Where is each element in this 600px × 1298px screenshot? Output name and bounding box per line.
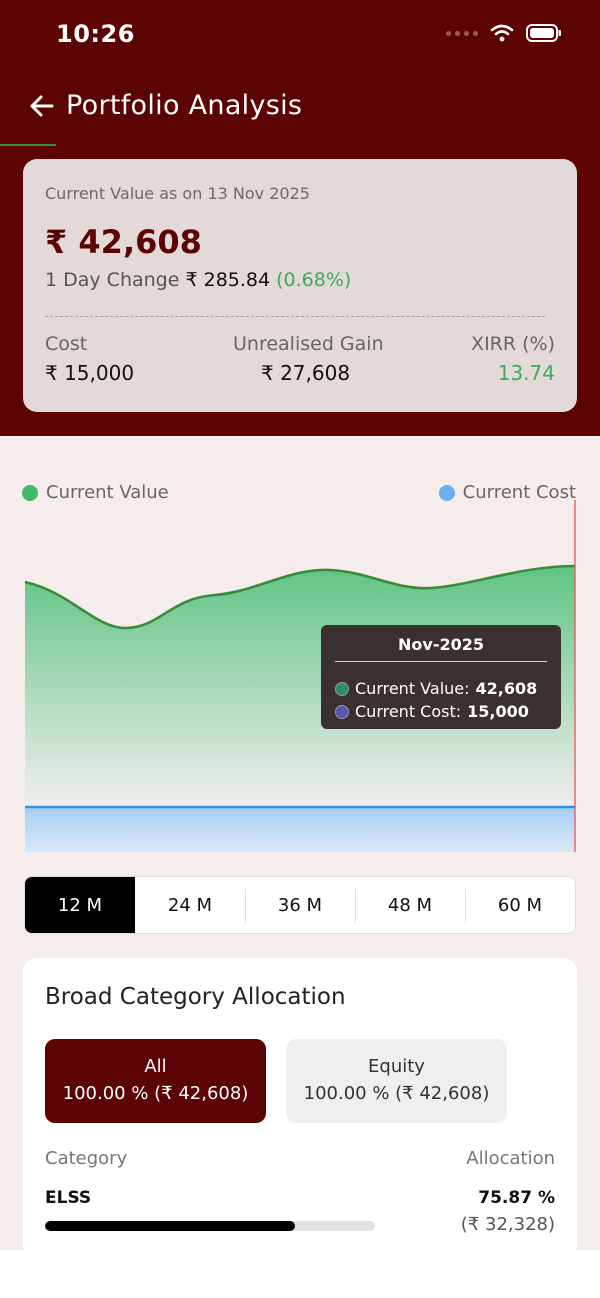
day-change: 1 Day Change ₹ 285.84 (0.68%) (45, 269, 351, 291)
signal-icon (446, 30, 478, 36)
tooltip-value-swatch (335, 681, 349, 696)
status-bar: 10:26 (0, 0, 600, 70)
tooltip-value: 42,608 (475, 679, 538, 698)
cost-value: ₹ 15,000 (45, 361, 135, 385)
page-title: Portfolio Analysis (66, 90, 303, 121)
category-header: Category (45, 1148, 128, 1169)
category-row-bar-fill (45, 1221, 296, 1231)
tooltip-cost-swatch (335, 704, 349, 719)
summary-divider (45, 316, 545, 317)
chip-all-value: 100.00 % (₹ 42,608) (62, 1083, 249, 1104)
tooltip-title: Nov-2025 (398, 635, 484, 654)
period-tab-48m[interactable]: 48 M (355, 877, 465, 933)
chip-all-name: All (144, 1056, 167, 1077)
gain-stat: Unrealised Gain ₹ 27,608 (233, 333, 384, 385)
category-allocation-card: Broad Category Allocation All 100.00 % (… (23, 958, 577, 1258)
current-value: ₹ 42,608 (45, 223, 202, 261)
gain-value: ₹ 27,608 (261, 361, 351, 385)
portfolio-summary-card: Current Value as on 13 Nov 2025 ₹ 42,608… (23, 159, 577, 412)
wifi-icon (490, 24, 514, 42)
legend-swatch-cost (438, 484, 455, 501)
period-tab-24m[interactable]: 24 M (135, 877, 245, 933)
chip-all[interactable]: All 100.00 % (₹ 42,608) (45, 1039, 266, 1123)
day-change-label: 1 Day Change (45, 269, 180, 291)
chip-equity-value: 100.00 % (₹ 42,608) (303, 1083, 490, 1104)
period-tab-12m[interactable]: 12 M (25, 877, 135, 933)
category-row-amount: (₹ 32,328) (460, 1214, 555, 1235)
app-header: Portfolio Analysis (0, 82, 600, 132)
back-arrow-icon[interactable] (28, 92, 56, 120)
tooltip-cost-label: Current Cost: (355, 702, 462, 721)
xirr-value: 13.74 (497, 361, 555, 385)
chart-tooltip: Nov-2025 Current Value: 42,608 Current C… (321, 625, 561, 729)
period-tab-36m[interactable]: 36 M (245, 877, 355, 933)
tooltip-value-row: Current Value: 42,608 (335, 679, 537, 698)
valuation-date: Current Value as on 13 Nov 2025 (45, 184, 310, 203)
category-row-bar (45, 1221, 375, 1231)
tooltip-cost: 15,000 (467, 702, 529, 721)
category-row-percent: 75.87 % (478, 1188, 555, 1208)
allocation-header: Allocation (466, 1148, 555, 1169)
category-row-name: ELSS (45, 1188, 92, 1208)
tooltip-value-label: Current Value: (355, 679, 470, 698)
tooltip-divider (335, 661, 547, 662)
chip-equity-name: Equity (368, 1056, 425, 1077)
status-time: 10:26 (56, 20, 135, 48)
chip-equity[interactable]: Equity 100.00 % (₹ 42,608) (286, 1039, 507, 1123)
period-tab-60m[interactable]: 60 M (465, 877, 575, 933)
legend-swatch-value (22, 484, 38, 501)
status-icons (446, 24, 562, 42)
battery-icon (526, 24, 561, 42)
tooltip-cost-row: Current Cost: 15,000 (335, 702, 529, 721)
header-accent-line (0, 144, 56, 146)
gain-label: Unrealised Gain (233, 333, 384, 355)
cost-stat: Cost ₹ 15,000 (45, 333, 134, 385)
allocation-title: Broad Category Allocation (45, 984, 346, 1010)
period-selector: 12 M 24 M 36 M 48 M 60 M (24, 876, 576, 934)
cost-area (25, 807, 575, 852)
day-change-value: ₹ 285.84 (185, 269, 271, 291)
cost-label: Cost (45, 333, 88, 355)
xirr-stat: XIRR (%) 13.74 (471, 333, 555, 385)
day-change-percent: (0.68%) (276, 269, 352, 291)
xirr-label: XIRR (%) (471, 333, 555, 355)
